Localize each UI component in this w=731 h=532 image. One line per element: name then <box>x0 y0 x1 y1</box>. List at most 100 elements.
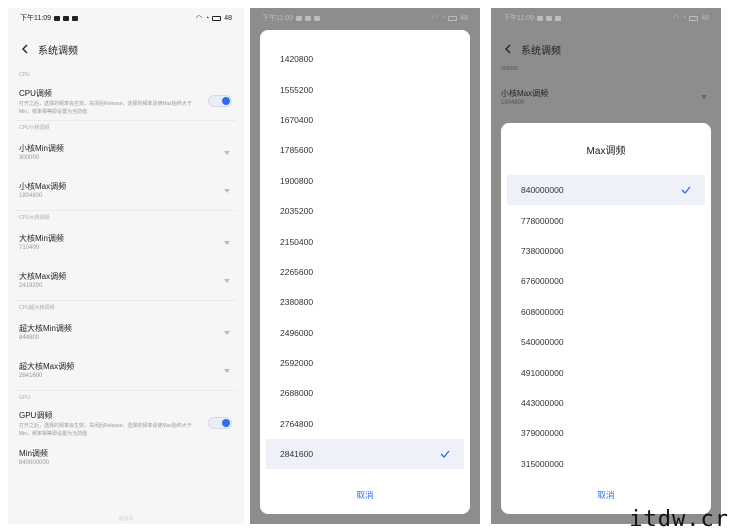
battery-icon <box>212 15 222 21</box>
check-icon <box>681 186 691 195</box>
option-label: 778000000 <box>521 215 564 226</box>
small-min-label: 小核Min调频 <box>19 144 64 153</box>
back-arrow-icon[interactable] <box>18 42 32 56</box>
page-header: 系统调频 <box>8 38 244 60</box>
signal-icon: ◔ <box>440 14 446 22</box>
battery-level: 48 <box>701 14 709 22</box>
gpu-min-value: 840000000 <box>19 460 50 466</box>
option-item[interactable]: 2035200 <box>260 196 470 226</box>
option-label: 2841600 <box>280 449 314 460</box>
cpu-tune-desc: 打开之后，选择的频率会生效，关闭后Release，选择的频率请使Max始终大于M… <box>19 101 192 115</box>
big-max-label: 大核Max调频 <box>19 272 67 281</box>
cpu-tune-row[interactable]: CPU调频 打开之后，选择的频率会生效，关闭后Release，选择的频率请使Ma… <box>8 82 244 120</box>
option-item[interactable]: 2764800 <box>260 409 470 439</box>
super-min-value: 844800 <box>19 335 40 341</box>
option-item[interactable]: 840000000 <box>507 175 705 206</box>
notification-icon <box>72 15 78 21</box>
status-time: 下午11:09 <box>20 15 51 22</box>
option-label: 2688000 <box>280 388 314 399</box>
chevron-down-icon <box>224 331 230 335</box>
option-item[interactable]: 1670400 <box>260 105 470 135</box>
notification-icon <box>314 15 320 21</box>
option-label: 608000000 <box>521 306 564 317</box>
option-item[interactable]: 540000000 <box>501 327 711 357</box>
chevron-down-icon <box>224 369 230 373</box>
section-header-small: CPU小核调频 <box>16 120 236 134</box>
small-max-row[interactable]: 小核Max调频 1804800 <box>8 172 244 210</box>
status-bar: 下午11:09 ◠ ◔ 48 <box>8 8 244 28</box>
option-item[interactable]: 2592000 <box>260 348 470 378</box>
option-item[interactable]: 2496000 <box>260 318 470 348</box>
option-item[interactable]: 676000000 <box>501 266 711 296</box>
gpu-min-row[interactable]: Min调频 840000000 <box>8 442 244 472</box>
gpu-tune-desc: 打开之后，选择的频率会生效，关闭后Release，选择的频率请使Max始终大于M… <box>19 423 192 437</box>
partial-value: 300000 <box>501 66 518 72</box>
chevron-down-icon <box>224 189 230 193</box>
small-max-row: 小核Max调频 1804800 <box>501 88 709 106</box>
option-label: 2150400 <box>280 236 314 247</box>
option-label: 1670400 <box>280 114 314 125</box>
option-item[interactable]: 608000000 <box>501 297 711 327</box>
option-label: 2496000 <box>280 327 314 338</box>
option-label: 1785600 <box>280 145 314 156</box>
big-min-row[interactable]: 大核Min调频 710400 <box>8 224 244 262</box>
option-item[interactable]: 2380800 <box>260 287 470 317</box>
option-item[interactable]: 2150400 <box>260 226 470 256</box>
frequency-dialog: 1420800 1555200 1670400 1785600 1900800 20352… <box>260 30 470 514</box>
option-item[interactable]: 443000000 <box>501 388 711 418</box>
option-item[interactable]: 1900800 <box>260 166 470 196</box>
max-picker-screen: 下午11:09 ◠ ◔ 48 系统调频 300000 小核Max调频 18048… <box>491 8 721 524</box>
big-min-value: 710400 <box>19 245 40 251</box>
option-item[interactable]: 491000000 <box>501 357 711 387</box>
super-min-row[interactable]: 超大核Min调频 844800 <box>8 314 244 352</box>
big-max-value: 2419200 <box>19 283 43 289</box>
option-item[interactable]: 738000000 <box>501 236 711 266</box>
small-min-row[interactable]: 小核Min调频 300000 <box>8 134 244 172</box>
option-label: 2380800 <box>280 297 314 308</box>
notification-icon <box>546 15 552 21</box>
option-label: 491000000 <box>521 367 564 378</box>
section-header-gpu: GPU <box>16 390 236 404</box>
cpu-tune-toggle[interactable] <box>208 95 232 107</box>
notification-icon <box>555 15 561 21</box>
option-label: 2592000 <box>280 358 314 369</box>
option-label: 379000000 <box>521 428 564 439</box>
small-max-value: 1804800 <box>501 100 525 106</box>
option-label: 540000000 <box>521 337 564 348</box>
gpu-min-label: Min调频 <box>19 449 48 458</box>
small-max-label: 小核Max调频 <box>19 182 67 191</box>
notification-icon <box>296 15 302 21</box>
option-item[interactable]: 2688000 <box>260 378 470 408</box>
option-item[interactable]: 2265600 <box>260 257 470 287</box>
gpu-tune-toggle[interactable] <box>208 417 232 429</box>
chevron-down-icon <box>224 279 230 283</box>
signal-icon: ◔ <box>681 14 687 22</box>
big-max-row[interactable]: 大核Max调频 2419200 <box>8 262 244 300</box>
cancel-button[interactable]: 取消 <box>260 476 470 514</box>
option-label: 738000000 <box>521 245 564 256</box>
option-item[interactable]: 379000000 <box>501 418 711 448</box>
small-min-value: 300000 <box>19 155 40 161</box>
battery-icon <box>448 15 458 21</box>
back-arrow-icon[interactable] <box>501 42 515 56</box>
status-time: 下午11:09 <box>262 15 293 22</box>
super-max-row[interactable]: 超大核Max调频 2841600 <box>8 352 244 390</box>
toggle-knob <box>222 419 230 427</box>
settings-list: CPU CPU调频 打开之后，选择的频率会生效，关闭后Release，选择的频率… <box>8 68 244 472</box>
option-item[interactable]: 778000000 <box>501 205 711 235</box>
option-list: 1420800 1555200 1670400 1785600 1900800 20352… <box>260 30 470 470</box>
frequency-picker-screen: 下午11:09 ◠ ◔ 48 1420800 1555200 1670400 1785… <box>250 8 480 524</box>
option-item[interactable]: 315000000 <box>501 449 711 479</box>
option-item[interactable]: 1420800 <box>260 44 470 74</box>
option-item[interactable]: 1555200 <box>260 74 470 104</box>
gpu-tune-label: GPU调频 <box>19 411 53 420</box>
settings-screen: 下午11:09 ◠ ◔ 48 系统调频 CPU CPU调频 打开之后，选择的频率… <box>8 8 244 524</box>
super-min-label: 超大核Min调频 <box>19 324 72 333</box>
option-item[interactable]: 2841600 <box>266 439 464 470</box>
option-item[interactable]: 1785600 <box>260 135 470 165</box>
section-header-cpu: CPU <box>19 72 30 78</box>
gpu-tune-row[interactable]: GPU调频 打开之后，选择的频率会生效，关闭后Release，选择的频率请使Ma… <box>8 404 244 442</box>
notification-icon <box>537 15 543 21</box>
section-header-super: CPU超大核调频 <box>16 300 236 314</box>
chevron-down-icon <box>701 95 707 99</box>
